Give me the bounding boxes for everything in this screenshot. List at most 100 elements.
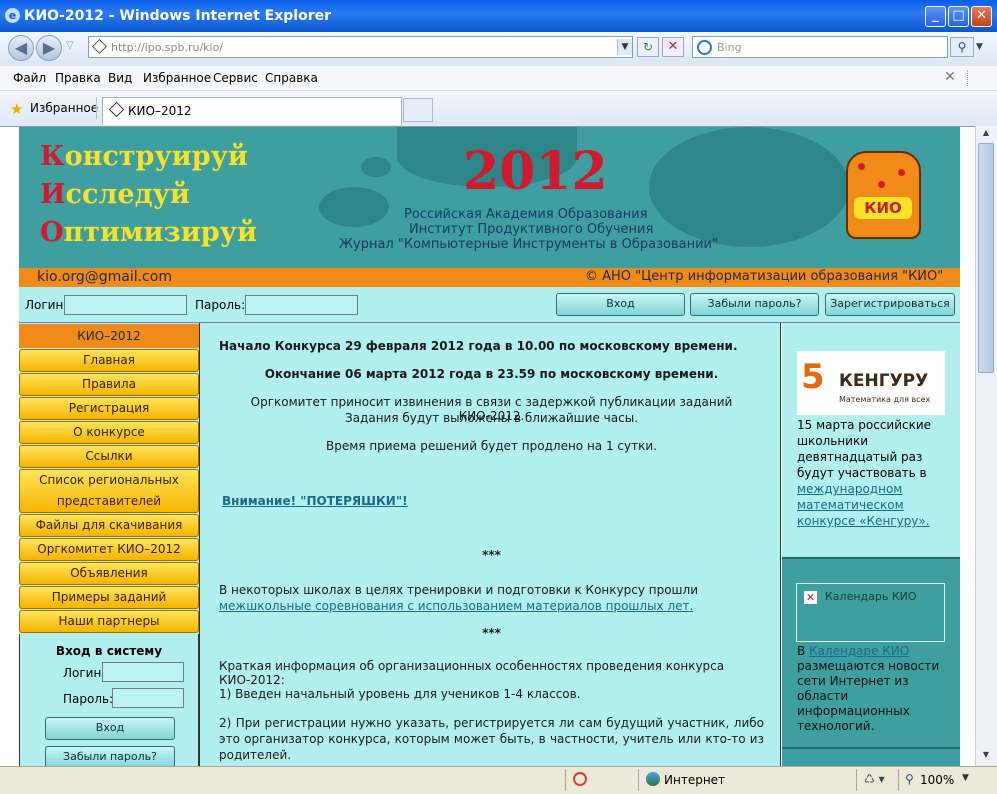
- sidebar-item-announcements[interactable]: Объявления: [19, 562, 199, 585]
- org-line-1: Российская Академия Образования: [404, 207, 648, 222]
- forgot-password-button[interactable]: Забыли пароль?: [690, 293, 819, 316]
- separator-stars: ***: [482, 548, 501, 562]
- kangaroo-link[interactable]: международном математическом конкурсе «К…: [797, 482, 930, 528]
- login-field[interactable]: [64, 295, 187, 315]
- sidebar-item-downloads[interactable]: Файлы для скачивания: [19, 514, 199, 537]
- sidebar-item-about[interactable]: О конкурсе: [19, 421, 199, 444]
- calendar-link[interactable]: Календаре КИО: [809, 644, 909, 658]
- slogan-line-1: Конструируй: [40, 141, 248, 172]
- sidebar-item-registration[interactable]: Регистрация: [19, 397, 199, 420]
- scroll-down-icon[interactable]: ▼: [978, 750, 994, 764]
- calendar-text: В Календаре КИО размещаются новости сети…: [797, 644, 940, 733]
- window-title: КИО-2012 - Windows Internet Explorer: [24, 8, 332, 24]
- broken-image-icon: ✕: [804, 591, 817, 604]
- sidebar-item-examples[interactable]: Примеры заданий: [19, 586, 199, 609]
- header-decoration: [319, 187, 389, 227]
- mascot-label: КИО: [854, 197, 912, 219]
- zoom-level[interactable]: 100%: [920, 773, 954, 787]
- slogan-line-2: Исследуй: [40, 179, 190, 210]
- signal-icon: [967, 70, 989, 86]
- sidebar-heading: КИО–2012: [19, 324, 199, 348]
- contest-end: Окончание 06 марта 2012 года в 23.59 по …: [264, 367, 719, 381]
- status-divider: [898, 769, 899, 791]
- scrollbar-thumb[interactable]: [978, 143, 994, 373]
- favorites-button[interactable]: Избранное: [30, 101, 98, 115]
- forward-icon[interactable]: ▶: [36, 35, 62, 61]
- page-viewport: Конструируй Исследуй Оптимизируй 2012 Ро…: [0, 126, 975, 766]
- menu-favorites[interactable]: Избранное: [143, 71, 211, 85]
- menu-file[interactable]: Файл: [13, 71, 46, 85]
- mascot-spot: [878, 181, 885, 188]
- signin-login-button[interactable]: Вход: [45, 717, 175, 740]
- site-header: Конструируй Исследуй Оптимизируй 2012 Ро…: [19, 127, 960, 287]
- popup-blocker-icon[interactable]: [573, 772, 587, 786]
- kangaroo-logo-text: КЕНГУРУ: [839, 371, 929, 391]
- sidebar-item-committee[interactable]: Оргкомитет КИО–2012: [19, 538, 199, 561]
- status-divider: [565, 769, 566, 791]
- search-options-icon[interactable]: ▼: [976, 37, 990, 57]
- close-button[interactable]: ✕: [971, 6, 992, 27]
- login-button[interactable]: Вход: [556, 293, 685, 316]
- sidebar-item-links[interactable]: Ссылки: [19, 445, 199, 468]
- stop-icon[interactable]: ✕: [662, 37, 684, 57]
- apology-line-2: Задания будут выложены в ближайшие часы.: [345, 411, 638, 425]
- kangaroo-icon: 5: [801, 357, 825, 397]
- mascot-spot: [858, 163, 865, 170]
- login-label: Логин:: [25, 298, 68, 312]
- browser-tab[interactable]: КИО–2012: [102, 97, 402, 125]
- signin-forgot-button[interactable]: Забыли пароль?: [45, 746, 175, 766]
- menu-edit[interactable]: Правка: [55, 71, 101, 85]
- org-line-2: Институт Продуктивного Обучения: [409, 222, 654, 237]
- back-icon[interactable]: ◀: [8, 35, 34, 61]
- org-info-item-1: 1) Введен начальный уровень для учеников…: [219, 687, 581, 701]
- close-menu-icon[interactable]: ✕: [944, 69, 956, 85]
- maximize-button[interactable]: □: [948, 6, 969, 27]
- menu-view[interactable]: Вид: [108, 71, 132, 85]
- refresh-icon[interactable]: ↻: [637, 37, 659, 57]
- address-dropdown-icon[interactable]: ▼: [617, 39, 632, 55]
- separator-stars: ***: [482, 626, 501, 640]
- register-button[interactable]: Зарегистрироваться: [825, 293, 955, 316]
- search-input[interactable]: Bing: [692, 36, 948, 58]
- calendar-image-alt: Календарь КИО: [825, 590, 917, 603]
- search-icon[interactable]: ⚲: [950, 37, 974, 57]
- address-url: http://ipo.spb.ru/kio/: [111, 41, 224, 54]
- menu-help[interactable]: Справка: [265, 71, 318, 85]
- attention-link[interactable]: Внимание! "ПОТЕРЯШКИ"!: [222, 494, 408, 508]
- org-line-3: Журнал "Компьютерные Инструменты в Образ…: [339, 237, 718, 252]
- ie-icon: e: [5, 8, 20, 23]
- calendar-image[interactable]: ✕ Календарь КИО: [796, 583, 945, 642]
- sidebar-item-rules[interactable]: Правила: [19, 373, 199, 396]
- menu-tools[interactable]: Сервис: [213, 71, 258, 85]
- password-field[interactable]: [245, 295, 358, 315]
- protected-mode-icon[interactable]: ♺ ▾: [864, 772, 885, 786]
- security-zone: Интернет: [664, 773, 726, 787]
- signin-login-field[interactable]: [102, 662, 184, 682]
- sidebar-item-home[interactable]: Главная: [19, 349, 199, 372]
- tab-favicon-icon: [108, 101, 125, 118]
- minimize-button[interactable]: _: [925, 6, 946, 27]
- address-bar[interactable]: http://ipo.spb.ru/kio/ ▼: [88, 36, 633, 58]
- slogan-line-3: Оптимизируй: [40, 217, 257, 248]
- sidebar-item-representatives[interactable]: Список региональных представителей: [19, 469, 199, 513]
- recent-pages-icon[interactable]: ▽: [66, 40, 74, 51]
- kangaroo-logo-sub: Математика для всех: [839, 395, 931, 404]
- search-placeholder: Bing: [717, 41, 742, 54]
- scroll-up-icon[interactable]: ▲: [978, 128, 994, 142]
- internet-zone-icon: [646, 772, 660, 786]
- org-info-intro: Краткая информация об организационных ос…: [219, 659, 725, 687]
- kangaroo-logo[interactable]: 5 КЕНГУРУ Математика для всех: [797, 351, 945, 415]
- copyright: © АНО "Центр информатизации образования …: [585, 269, 944, 284]
- zoom-dropdown-icon[interactable]: ▼: [962, 773, 969, 783]
- sidebar-item-partners[interactable]: Наши партнеры: [19, 610, 199, 633]
- competitions-link[interactable]: межшкольные соревнования с использование…: [219, 599, 693, 613]
- new-tab-button[interactable]: [403, 98, 433, 122]
- contest-start: Начало Конкурса 29 февраля 2012 года в 1…: [219, 339, 738, 353]
- kangaroo-text: 15 марта российские школьники девятнадца…: [797, 418, 932, 528]
- signin-password-label: Пароль:: [63, 692, 114, 706]
- tab-title: КИО–2012: [128, 104, 192, 118]
- header-contact-bar: kio.org@gmail.com © АНО "Центр информати…: [19, 268, 960, 287]
- signin-password-field[interactable]: [112, 688, 184, 708]
- menu-bar: Файл Правка Вид Избранное Сервис Справка…: [0, 66, 997, 91]
- signin-title: Вход в систему: [55, 644, 163, 658]
